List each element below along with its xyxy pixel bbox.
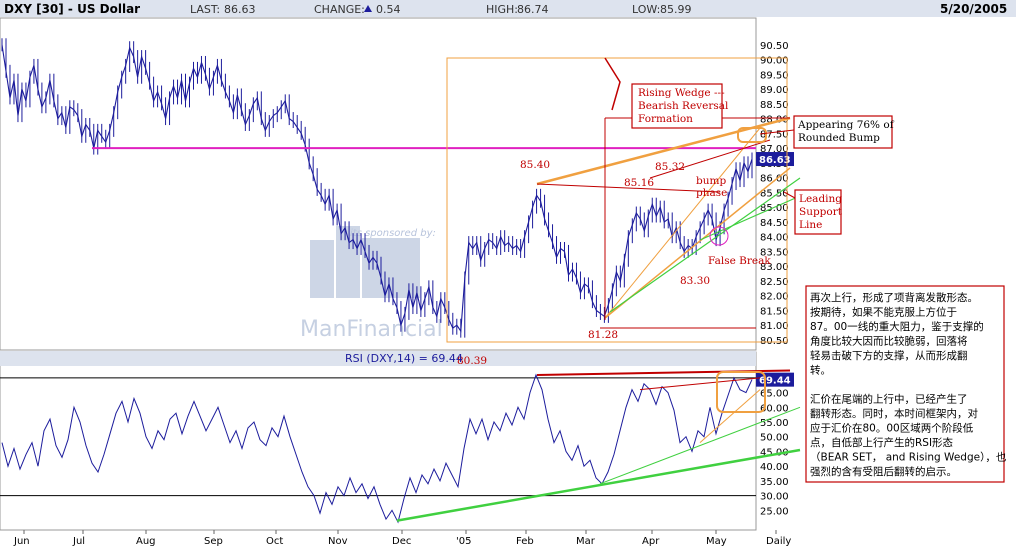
high-label: HIGH: <box>486 3 518 16</box>
support-box-line: Support <box>799 206 843 218</box>
dxy-chart: DXY [30] - US Dollar LAST: 86.63 CHANGE:… <box>0 0 1016 547</box>
wedge-box-line: Formation <box>638 113 693 125</box>
price-tick-label: 81.00 <box>760 321 789 332</box>
price-tick-label: 82.00 <box>760 292 789 303</box>
x-axis: Jun Jul Aug Sep Oct Nov Dec '05 Feb Mar Apr May Dail… <box>13 530 791 547</box>
support-box-line: Line <box>799 219 822 231</box>
wedge-box-line: Rising Wedge --- <box>638 87 725 99</box>
x-tick-label: Jul <box>72 536 85 547</box>
commentary-line: 翻转形态。同时，本时间框架内，对 <box>810 407 978 420</box>
commentary-line: 按期待，如果不能克服上方位于 <box>810 306 957 319</box>
price-tick-label: 90.50 <box>760 41 789 52</box>
bump-label: bump <box>696 175 726 187</box>
price-tick-label: 85.00 <box>760 203 789 214</box>
last-value: 86.63 <box>224 3 256 16</box>
commentary-line: 再次上行，形成了项背离发散形态。 <box>810 291 978 304</box>
x-tick-label: May <box>706 536 727 547</box>
rsi-tick-label: 35.00 <box>760 477 789 488</box>
change-label: CHANGE: <box>314 3 365 16</box>
price-tick-label: 84.50 <box>760 218 789 229</box>
rounded-box-line: Rounded Bump <box>798 132 880 144</box>
x-tick-label: Aug <box>136 536 156 547</box>
commentary-line: 点，自低部上行产生的RSI形态 <box>810 436 954 449</box>
low-label: LOW: <box>632 3 660 16</box>
price-tick-label: 81.50 <box>760 306 789 317</box>
price-tick-label: 89.50 <box>760 70 789 81</box>
change-value: 0.54 <box>376 3 401 16</box>
support-box-line: Leading <box>799 193 842 205</box>
label-8330: 83.30 <box>680 275 710 287</box>
x-tick-label: Apr <box>642 536 660 547</box>
price-tick-label: 82.50 <box>760 277 789 288</box>
label-8532: 85.32 <box>655 161 685 173</box>
x-tick-label: Oct <box>266 536 283 547</box>
commentary-line: 角度比较大因而比较脆弱，回落将 <box>810 335 968 348</box>
rsi-panel <box>0 351 757 531</box>
label-8540: 85.40 <box>520 159 550 171</box>
rsi-tick-label: 55.00 <box>760 418 789 429</box>
price-tick-label: 89.00 <box>760 85 789 96</box>
high-value: 86.74 <box>517 3 549 16</box>
commentary-line: 转。 <box>810 364 831 377</box>
rsi-label: RSI (DXY,14) = 69.44 <box>345 352 463 365</box>
label-8516: 85.16 <box>624 177 654 189</box>
price-tick-label: 85.50 <box>760 188 789 199</box>
watermark-bar <box>362 238 420 298</box>
price-tick-label: 88.50 <box>760 100 789 111</box>
x-tick-label: Dec <box>392 536 411 547</box>
commentary-line: 87。00一线的重大阻力，鉴于支撑的 <box>810 320 984 333</box>
last-label: LAST: <box>190 3 220 16</box>
x-tick-label: Daily <box>766 536 791 547</box>
rsi-current-label: 69.44 <box>759 376 791 387</box>
commentary-line: （BEAR SET， and Rising Wedge），也 <box>810 451 1006 464</box>
false-break-label: False Break <box>708 255 771 267</box>
label-8128: 81.28 <box>588 329 618 341</box>
price-tick-label: 90.00 <box>760 56 789 67</box>
current-price-label: 86.63 <box>759 155 791 166</box>
x-tick-label: '05 <box>456 536 471 547</box>
commentary-line: 强烈的含有受阻后翻转的启示。 <box>810 465 957 478</box>
x-tick-label: Nov <box>328 536 348 547</box>
price-tick-label: 84.00 <box>760 233 789 244</box>
phase-label: phase <box>696 187 727 199</box>
wedge-box-line: Bearish Reversal <box>638 100 729 112</box>
price-axis: 90.5090.0089.5089.0088.5088.0087.5087.00… <box>760 41 789 347</box>
date-label: 5/20/2005 <box>940 2 1007 16</box>
x-tick-label: Jun <box>13 536 30 547</box>
rounded-box-line: Appearing 76% of <box>797 119 895 131</box>
symbol-label: DXY [30] - US Dollar <box>4 2 140 16</box>
commentary-line: 轻易击破下方的支撑，从而形成翻 <box>810 349 968 362</box>
rsi-tick-label: 25.00 <box>760 506 789 517</box>
price-tick-label: 86.00 <box>760 174 789 185</box>
watermark-sponsor: its sponsored by: <box>350 228 436 239</box>
rsi-tick-label: 40.00 <box>760 462 789 473</box>
rsi-tick-label: 50.00 <box>760 433 789 444</box>
watermark-brand: ManFinancial <box>300 317 443 342</box>
low-value: 85.99 <box>660 3 692 16</box>
x-tick-label: Mar <box>576 536 596 547</box>
x-tick-label: Feb <box>516 536 534 547</box>
x-tick-label: Sep <box>204 536 223 547</box>
watermark-bar <box>310 240 334 298</box>
commentary-line: 汇价在尾端的上行中，已经产生了 <box>810 393 968 406</box>
commentary-line: 应于汇价在80。00区域两个阶段低 <box>810 422 974 435</box>
rsi-tick-label: 30.00 <box>760 492 789 503</box>
